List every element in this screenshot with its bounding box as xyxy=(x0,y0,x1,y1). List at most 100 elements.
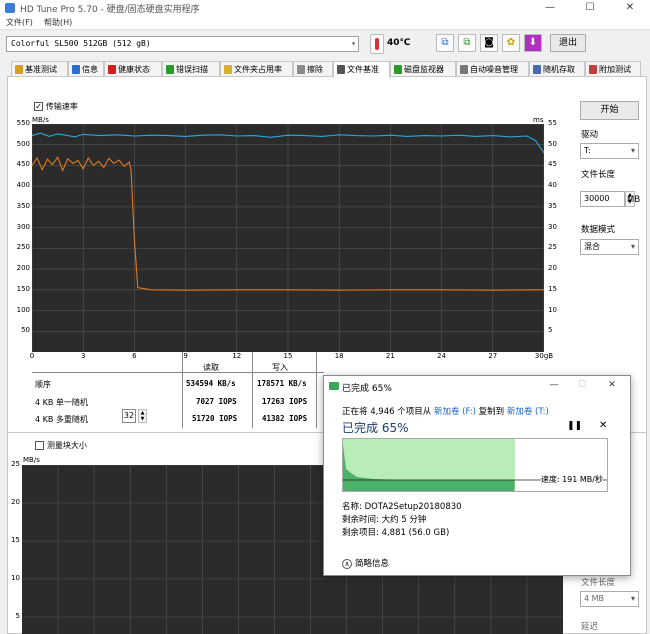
minimize-button[interactable]: — xyxy=(530,0,570,16)
more-info-toggle[interactable]: ∧ 简略信息 xyxy=(342,557,389,569)
save-icon[interactable]: ⬇ xyxy=(524,34,542,52)
source-link[interactable]: 新加卷 (F:) xyxy=(434,407,476,417)
lower-y-tick-label: 5 xyxy=(15,612,20,620)
x-tick-label: 3 xyxy=(80,352,86,360)
y-unit-right: ms xyxy=(533,116,544,124)
close-icon[interactable]: ✕ xyxy=(599,420,607,431)
title-bar: HD Tune Pro 5.70 - 硬盘/固态硬盘实用程序 — ☐ ✕ xyxy=(0,0,650,16)
dialog-close-button[interactable]: ✕ xyxy=(598,378,626,392)
lower-y-tick-label: 15 xyxy=(11,536,20,544)
screenshot-icon[interactable]: ◙ xyxy=(480,34,498,52)
tab-erase[interactable]: 擦除 xyxy=(293,61,333,77)
y2-tick-label: 15 xyxy=(548,284,557,293)
y-tick-label: 450 xyxy=(16,160,30,169)
app-icon xyxy=(5,3,15,13)
y2-tick-label: 50 xyxy=(548,139,557,148)
dialog-minimize-button[interactable]: — xyxy=(540,378,568,392)
tab-info[interactable]: 信息 xyxy=(68,61,104,77)
menu-file[interactable]: 文件(F) xyxy=(6,17,33,28)
tab-extra-tests[interactable]: 附加测试 xyxy=(585,61,641,77)
pause-icon[interactable]: ❚❚ xyxy=(567,421,582,431)
copy-all-icon[interactable]: ⧉ xyxy=(458,34,476,52)
tab-label: 附加测试 xyxy=(599,65,631,74)
time-remaining-line: 剩余时间: 大约 5 分钟 xyxy=(342,515,427,525)
y2-tick-label: 45 xyxy=(548,160,557,169)
transfer-rate-checkbox[interactable]: ✓ 传输速率 xyxy=(34,101,78,112)
row-label-4k-multi: 4 KB 多重随机 xyxy=(35,415,88,424)
speed-graph: 速度: 191 MB/秒 xyxy=(342,438,608,492)
tab-label: 随机存取 xyxy=(543,65,575,74)
col-write-header: 写入 xyxy=(272,363,288,372)
y2-tick-label: 30 xyxy=(548,222,557,231)
menu-help[interactable]: 帮助(H) xyxy=(44,17,72,28)
tab-disk-monitor[interactable]: 磁盘监视器 xyxy=(390,61,456,77)
speed-area xyxy=(343,445,515,491)
window-title: HD Tune Pro 5.70 - 硬盘/固态硬盘实用程序 xyxy=(20,5,200,15)
tab-aam[interactable]: 自动噪音管理 xyxy=(456,61,529,77)
checkmark-icon: ✓ xyxy=(34,102,43,111)
copy-progress-dialog: 已完成 65% — ☐ ✕ 正在将 4,946 个项目从 新加卷 (F:) 复制… xyxy=(323,375,631,576)
copy-info-icon[interactable]: ⧉ xyxy=(436,34,454,52)
4k-multi-write-value: 41382 IOPS xyxy=(262,414,308,423)
y2-tick-label: 40 xyxy=(548,181,557,190)
start-button[interactable]: 开始 xyxy=(580,101,639,120)
tab-health[interactable]: 健康状态 xyxy=(104,61,162,77)
y-tick-label: 50 xyxy=(21,326,30,335)
copy-icon xyxy=(329,382,339,390)
queue-depth-input[interactable]: 32 xyxy=(122,409,136,423)
tab-label: 信息 xyxy=(82,65,98,74)
block-size-checkbox[interactable]: 测量块大小 xyxy=(35,440,87,451)
lower-block-value: 4 MB xyxy=(584,594,605,603)
y2-tick-label: 20 xyxy=(548,264,557,273)
tab-folder-usage[interactable]: 文件夹占用率 xyxy=(220,61,293,77)
tab-label: 基准测试 xyxy=(25,65,57,74)
temperature-value: 40℃ xyxy=(387,38,411,48)
drive-letter-value: T: xyxy=(584,146,591,155)
lower-block-select[interactable]: 4 MB ▾ xyxy=(580,591,639,607)
seq-read-value: 534594 KB/s xyxy=(186,379,236,388)
chevron-down-icon: ▾ xyxy=(351,39,356,48)
x-tick-label: 21 xyxy=(385,352,395,360)
data-mode-value: 混合 xyxy=(584,242,600,251)
health-cross-icon xyxy=(108,65,116,74)
options-icon[interactable]: ✿ xyxy=(502,34,520,52)
4k-single-write-value: 17263 IOPS xyxy=(262,397,308,406)
tab-error-scan[interactable]: 错误扫描 xyxy=(162,61,220,77)
file-icon xyxy=(337,65,345,74)
speed-label: 速度: 191 MB/秒 xyxy=(540,474,603,485)
drive-select[interactable]: Colorful SL500 512GB (512 gB) ▾ xyxy=(6,36,359,52)
chevron-down-icon: ▾ xyxy=(630,146,635,155)
file-length-label: 文件长度 xyxy=(581,170,616,180)
close-button[interactable]: ✕ xyxy=(610,0,650,16)
drive-select-value: Colorful SL500 512GB (512 gB) xyxy=(11,39,151,48)
info-icon xyxy=(72,65,80,74)
tab-random-access[interactable]: 随机存取 xyxy=(529,61,585,77)
tab-file-benchmark[interactable]: 文件基准 xyxy=(333,61,390,78)
dest-link[interactable]: 新加卷 (T:) xyxy=(507,407,549,417)
x-tick-label: 30gB xyxy=(534,352,554,360)
y-tick-label: 350 xyxy=(16,201,30,210)
file-length-unit: MB xyxy=(627,195,641,205)
transfer-rate-chart xyxy=(32,124,544,352)
extra-tests-icon xyxy=(589,65,597,74)
drive-letter-select[interactable]: T: ▾ xyxy=(580,143,639,159)
x-tick-label: 6 xyxy=(132,352,137,360)
maximize-button[interactable]: ☐ xyxy=(570,0,610,16)
copying-status: 正在将 4,946 个项目从 新加卷 (F:) 复制到 新加卷 (T:) xyxy=(342,405,549,417)
col-read-header: 读取 xyxy=(203,363,219,372)
tab-label: 文件夹占用率 xyxy=(234,65,282,74)
y-tick-label: 150 xyxy=(16,284,30,293)
4k-single-read-value: 7027 IOPS xyxy=(196,397,237,406)
queue-depth-spinner[interactable]: ▲ ▼ xyxy=(138,409,147,423)
random-access-icon xyxy=(533,65,541,74)
data-mode-select[interactable]: 混合 ▾ xyxy=(580,239,639,255)
lower-y-tick-label: 25 xyxy=(11,460,20,468)
tab-label: 健康状态 xyxy=(118,65,150,74)
file-length-input[interactable]: 30000 xyxy=(580,191,625,207)
speaker-icon xyxy=(460,65,468,74)
checkbox-box xyxy=(35,441,44,450)
erase-icon xyxy=(297,65,305,74)
tab-benchmark[interactable]: 基准测试 xyxy=(11,61,68,77)
exit-button[interactable]: 退出 xyxy=(550,34,586,52)
x-tick-label: 0 xyxy=(29,352,35,360)
